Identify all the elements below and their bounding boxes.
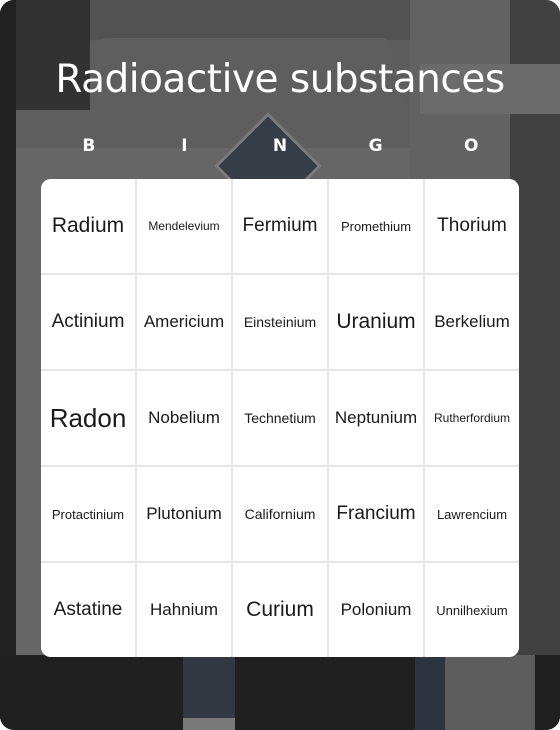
bingo-cell[interactable]: Einsteinium [233,275,327,369]
bingo-cell[interactable]: Thorium [425,179,519,273]
bingo-cell[interactable]: Neptunium [329,371,423,465]
header-letter-g: G [368,136,383,156]
header-letter-o: O [463,136,479,156]
bingo-grid: Radium Mendelevium Fermium Promethium Th… [41,179,519,657]
bingo-cell[interactable]: Plutonium [137,467,231,561]
bingo-cell[interactable]: Astatine [41,563,135,657]
bingo-cell[interactable]: Actinium [41,275,135,369]
bingo-cell[interactable]: Berkelium [425,275,519,369]
bingo-card: Radioactive substances B I N G O Radium … [0,0,560,730]
bingo-cell[interactable]: Nobelium [137,371,231,465]
bingo-cell[interactable]: Promethium [329,179,423,273]
bingo-cell[interactable]: Americium [137,275,231,369]
bingo-header: B I N G O [41,134,519,158]
bingo-cell[interactable]: Radon [41,371,135,465]
bingo-cell[interactable]: Francium [329,467,423,561]
bingo-cell[interactable]: Technetium [233,371,327,465]
bingo-cell[interactable]: Uranium [329,275,423,369]
bingo-cell[interactable]: Radium [41,179,135,273]
bingo-cell[interactable]: Unnilhexium [425,563,519,657]
header-letter-i: I [181,136,188,156]
bingo-cell[interactable]: Hahnium [137,563,231,657]
bingo-cell[interactable]: Rutherfordium [425,371,519,465]
header-letter-n: N [272,136,288,156]
bingo-cell[interactable]: Lawrencium [425,467,519,561]
bingo-cell[interactable]: Fermium [233,179,327,273]
bingo-cell[interactable]: Californium [233,467,327,561]
bingo-cell[interactable]: Curium [233,563,327,657]
header-letter-b: B [82,136,96,156]
bingo-cell[interactable]: Polonium [329,563,423,657]
bingo-cell[interactable]: Mendelevium [137,179,231,273]
bingo-cell[interactable]: Protactinium [41,467,135,561]
card-title: Radioactive substances [55,57,505,102]
